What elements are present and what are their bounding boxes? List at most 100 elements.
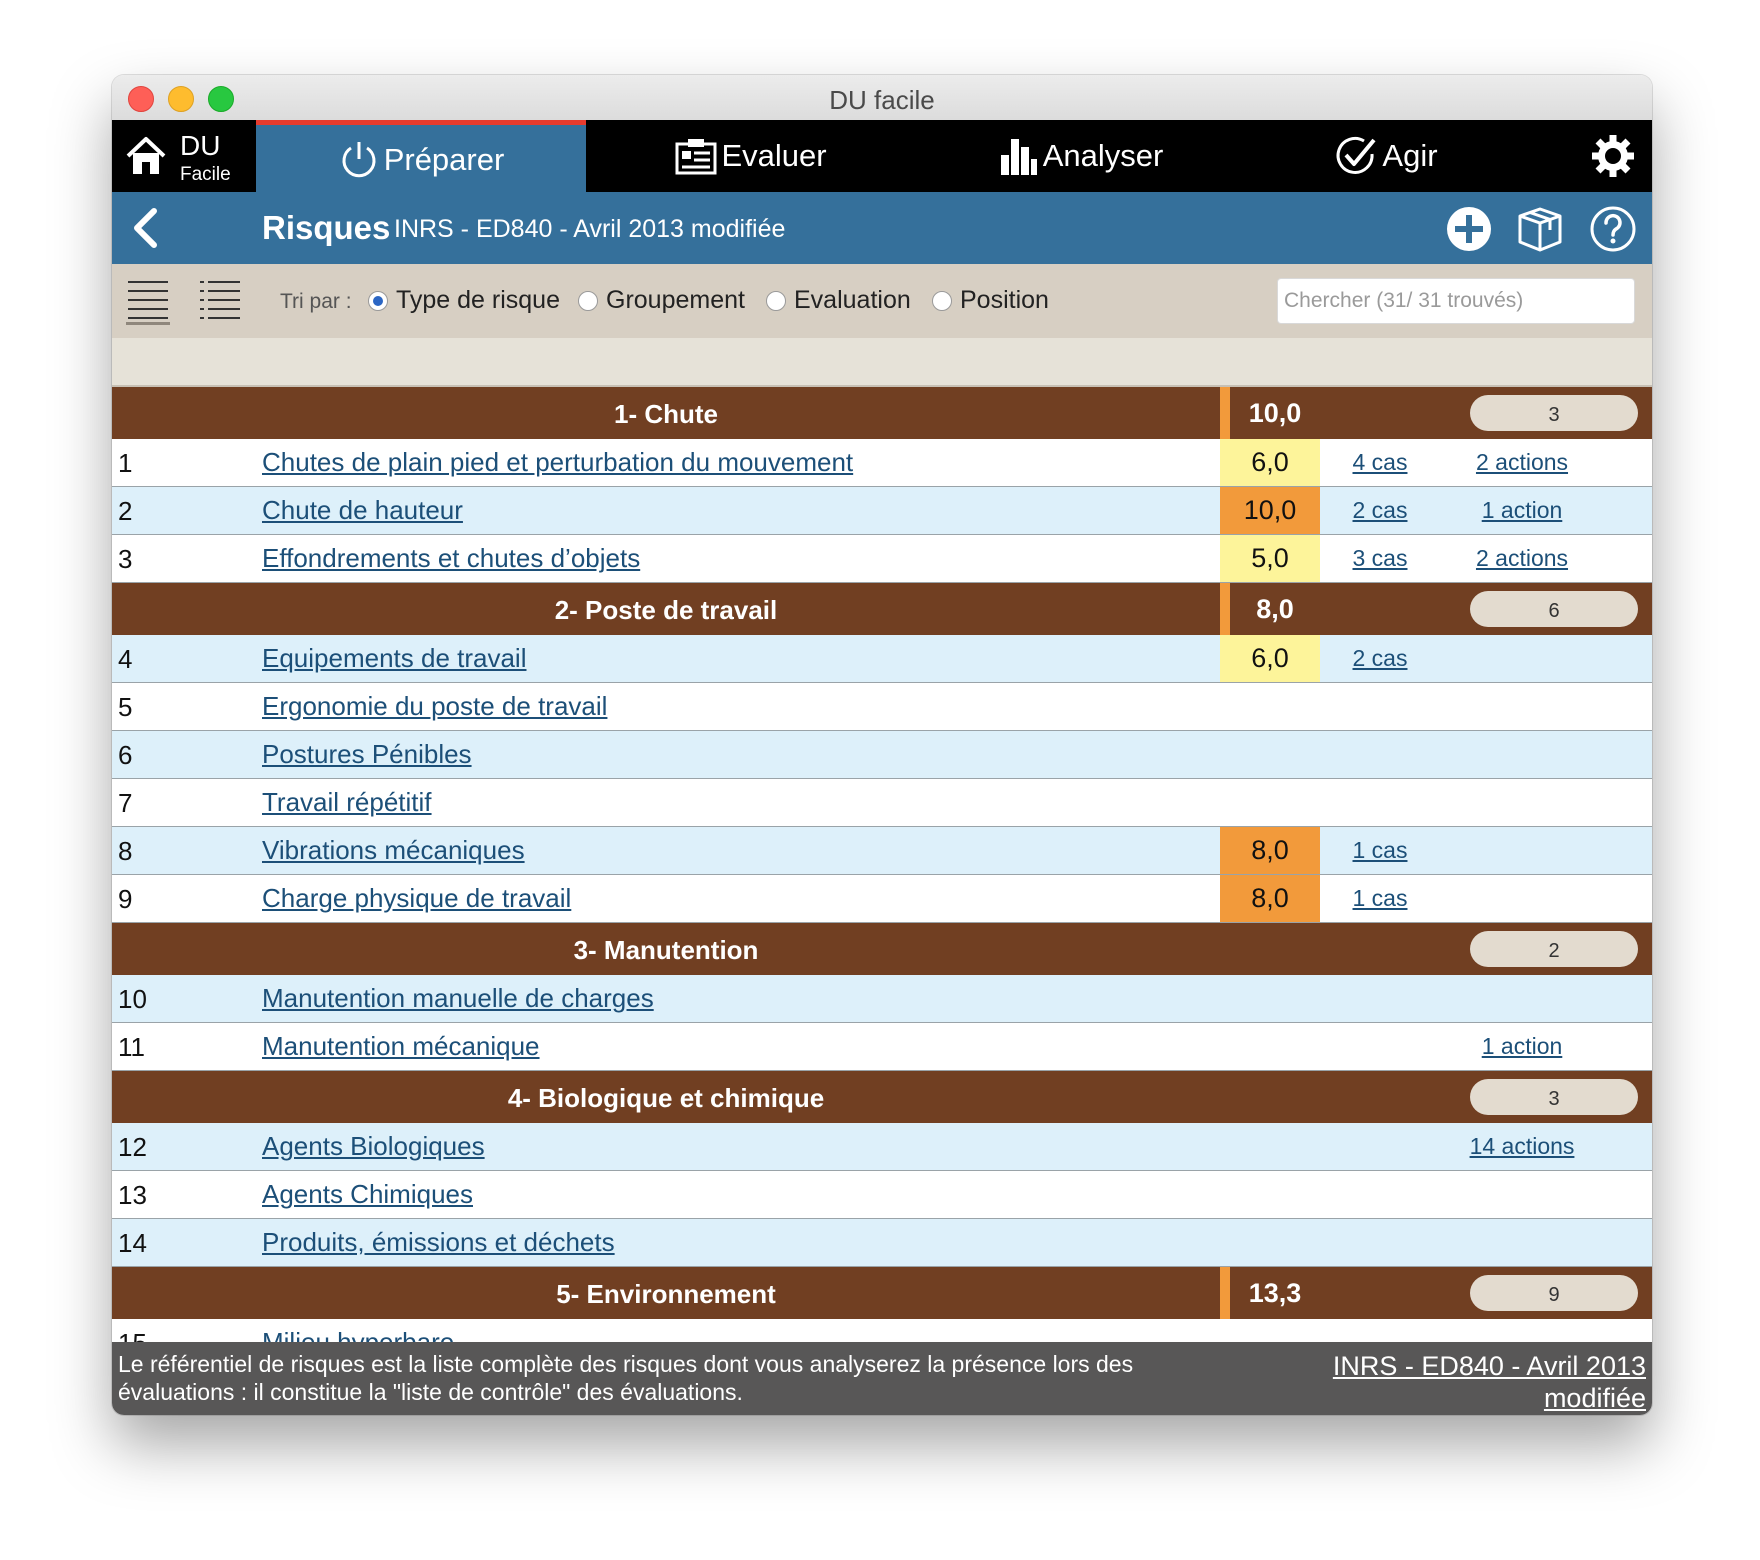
risk-name-link[interactable]: Effondrements et chutes d’objets bbox=[262, 543, 640, 574]
radio-button-selected[interactable] bbox=[368, 290, 388, 311]
sort-option-groupement[interactable]: Groupement bbox=[578, 286, 745, 315]
tab-preparer[interactable]: Préparer bbox=[256, 120, 586, 192]
table-row[interactable]: 6 Postures Pénibles bbox=[112, 731, 1652, 779]
bar-chart-icon bbox=[1000, 139, 1037, 175]
risk-name-link[interactable]: Travail répétitif bbox=[262, 787, 432, 818]
table-row[interactable]: 15 Milieu hyperbare bbox=[112, 1319, 1652, 1342]
sort-option-position[interactable]: Position bbox=[932, 286, 1049, 315]
main-nav-bar: DU Facile Préparer Evaluer Analyser Agir bbox=[112, 120, 1652, 192]
risk-score: 6,0 bbox=[1220, 439, 1320, 486]
window-titlebar: DU facile bbox=[112, 75, 1652, 121]
sort-option-label: Type de risque bbox=[396, 286, 560, 314]
tab-label: Préparer bbox=[383, 141, 505, 177]
risk-name-link[interactable]: Vibrations mécaniques bbox=[262, 835, 525, 866]
table-row[interactable]: 2 Chute de hauteur 10,0 2 cas 1 action bbox=[112, 487, 1652, 535]
check-circle-icon bbox=[1337, 136, 1376, 174]
gear-icon[interactable] bbox=[1590, 133, 1636, 179]
risk-actions-link[interactable]: 2 actions bbox=[1442, 449, 1602, 476]
table-row[interactable]: 10 Manutention manuelle de charges bbox=[112, 975, 1652, 1023]
help-circle-icon[interactable] bbox=[1590, 206, 1636, 252]
sort-toolbar: Tri par : Type de risque Groupement Eval… bbox=[112, 264, 1652, 339]
home-title: DU bbox=[180, 130, 221, 161]
tab-label: Analyser bbox=[1042, 138, 1164, 173]
tab-evaluer[interactable]: Evaluer bbox=[586, 120, 916, 192]
back-chevron-icon[interactable] bbox=[130, 208, 160, 248]
group-header-environnement[interactable]: 5- Environnement 13,3 9 bbox=[112, 1267, 1652, 1319]
group-header-poste-de-travail[interactable]: 2- Poste de travail 8,0 6 bbox=[112, 583, 1652, 635]
table-row[interactable]: 12 Agents Biologiques 14 actions bbox=[112, 1123, 1652, 1171]
group-count-badge[interactable]: 3 bbox=[1470, 1079, 1638, 1115]
risk-actions-link[interactable]: 1 action bbox=[1442, 1033, 1602, 1060]
group-title: 4- Biologique et chimique bbox=[507, 1083, 825, 1113]
sort-option-type-de-risque[interactable]: Type de risque bbox=[368, 286, 560, 315]
group-score: 8,0 bbox=[1220, 583, 1320, 635]
risk-name-link[interactable]: Chute de hauteur bbox=[262, 495, 463, 526]
power-icon bbox=[342, 141, 376, 177]
risk-actions-link[interactable]: 1 action bbox=[1442, 497, 1602, 524]
risk-name-link[interactable]: Agents Biologiques bbox=[262, 1131, 485, 1162]
risk-number: 11 bbox=[118, 1032, 145, 1062]
tab-agir[interactable]: Agir bbox=[1246, 120, 1526, 192]
compact-list-view-icon[interactable] bbox=[126, 276, 170, 325]
search-input[interactable] bbox=[1277, 278, 1635, 324]
footer-reference-link[interactable]: INRS - ED840 - Avril 2013 modifiée bbox=[1286, 1350, 1646, 1414]
risk-name-link[interactable]: Postures Pénibles bbox=[262, 739, 472, 770]
group-count-badge[interactable]: 9 bbox=[1470, 1275, 1638, 1311]
group-title: 5- Environnement bbox=[556, 1279, 776, 1309]
radio-button[interactable] bbox=[766, 290, 786, 311]
risk-name-link[interactable]: Equipements de travail bbox=[262, 643, 526, 674]
risk-cas-link[interactable]: 2 cas bbox=[1332, 497, 1428, 524]
detailed-list-view-icon[interactable] bbox=[198, 276, 242, 322]
risk-name-link[interactable]: Chutes de plain pied et perturbation du … bbox=[262, 447, 853, 478]
sort-option-label: Position bbox=[960, 286, 1049, 314]
group-header-biologique-et-chimique[interactable]: 4- Biologique et chimique 3 bbox=[112, 1071, 1652, 1123]
home-subtitle: Facile bbox=[180, 164, 231, 185]
table-row[interactable]: 5 Ergonomie du poste de travail bbox=[112, 683, 1652, 731]
group-header-chute[interactable]: 1- Chute 10,0 3 bbox=[112, 387, 1652, 439]
sort-option-evaluation[interactable]: Evaluation bbox=[766, 286, 911, 315]
table-row[interactable]: 9 Charge physique de travail 8,0 1 cas bbox=[112, 875, 1652, 923]
table-row[interactable]: 3 Effondrements et chutes d’objets 5,0 3… bbox=[112, 535, 1652, 583]
risk-score: 6,0 bbox=[1220, 635, 1320, 682]
page-header: Risques INRS - ED840 - Avril 2013 modifi… bbox=[112, 192, 1652, 264]
risk-name-link[interactable]: Ergonomie du poste de travail bbox=[262, 691, 607, 722]
app-window: DU facile DU Facile Préparer Evaluer Ana… bbox=[112, 75, 1652, 1415]
radio-button[interactable] bbox=[932, 290, 952, 311]
risk-score: 8,0 bbox=[1220, 875, 1320, 922]
table-row[interactable]: 7 Travail répétitif bbox=[112, 779, 1652, 827]
risk-name-link[interactable]: Charge physique de travail bbox=[262, 883, 571, 914]
group-count-badge[interactable]: 2 bbox=[1470, 931, 1638, 967]
group-score: 10,0 bbox=[1220, 387, 1320, 439]
table-row[interactable]: 11 Manutention mécanique 1 action bbox=[112, 1023, 1652, 1071]
tab-analyser[interactable]: Analyser bbox=[916, 120, 1246, 192]
table-row[interactable]: 4 Equipements de travail 6,0 2 cas bbox=[112, 635, 1652, 683]
risk-name-link[interactable]: Manutention mécanique bbox=[262, 1031, 540, 1062]
radio-button[interactable] bbox=[578, 290, 598, 311]
group-count-badge[interactable]: 6 bbox=[1470, 591, 1638, 627]
group-header-manutention[interactable]: 3- Manutention 2 bbox=[112, 923, 1652, 975]
risk-cas-link[interactable]: 3 cas bbox=[1332, 545, 1428, 572]
risk-name-link[interactable]: Manutention manuelle de charges bbox=[262, 983, 654, 1014]
group-count-badge[interactable]: 3 bbox=[1470, 395, 1638, 431]
risk-name-link[interactable]: Produits, émissions et déchets bbox=[262, 1227, 615, 1258]
group-title: 2- Poste de travail bbox=[554, 595, 778, 625]
risk-number: 4 bbox=[118, 644, 133, 674]
page-title: Risques bbox=[262, 209, 391, 246]
risk-cas-link[interactable]: 4 cas bbox=[1332, 449, 1428, 476]
plus-circle-icon[interactable] bbox=[1446, 206, 1492, 252]
table-row[interactable]: 13 Agents Chimiques bbox=[112, 1171, 1652, 1219]
risk-actions-link[interactable]: 2 actions bbox=[1442, 545, 1602, 572]
table-row[interactable]: 8 Vibrations mécaniques 8,0 1 cas bbox=[112, 827, 1652, 875]
risk-cas-link[interactable]: 1 cas bbox=[1332, 885, 1428, 912]
risk-number: 7 bbox=[118, 788, 133, 818]
risk-cas-link[interactable]: 1 cas bbox=[1332, 837, 1428, 864]
table-row[interactable]: 1 Chutes de plain pied et perturbation d… bbox=[112, 439, 1652, 487]
risk-cas-link[interactable]: 2 cas bbox=[1332, 645, 1428, 672]
risk-name-link[interactable]: Milieu hyperbare bbox=[262, 1327, 454, 1342]
risk-list[interactable]: 1- Chute 10,0 3 1 Chutes de plain pied e… bbox=[112, 387, 1652, 1342]
home-button[interactable]: DU Facile bbox=[112, 120, 256, 192]
risk-name-link[interactable]: Agents Chimiques bbox=[262, 1179, 473, 1210]
table-row[interactable]: 14 Produits, émissions et déchets bbox=[112, 1219, 1652, 1267]
box-icon[interactable] bbox=[1516, 206, 1564, 252]
risk-actions-link[interactable]: 14 actions bbox=[1442, 1133, 1602, 1160]
